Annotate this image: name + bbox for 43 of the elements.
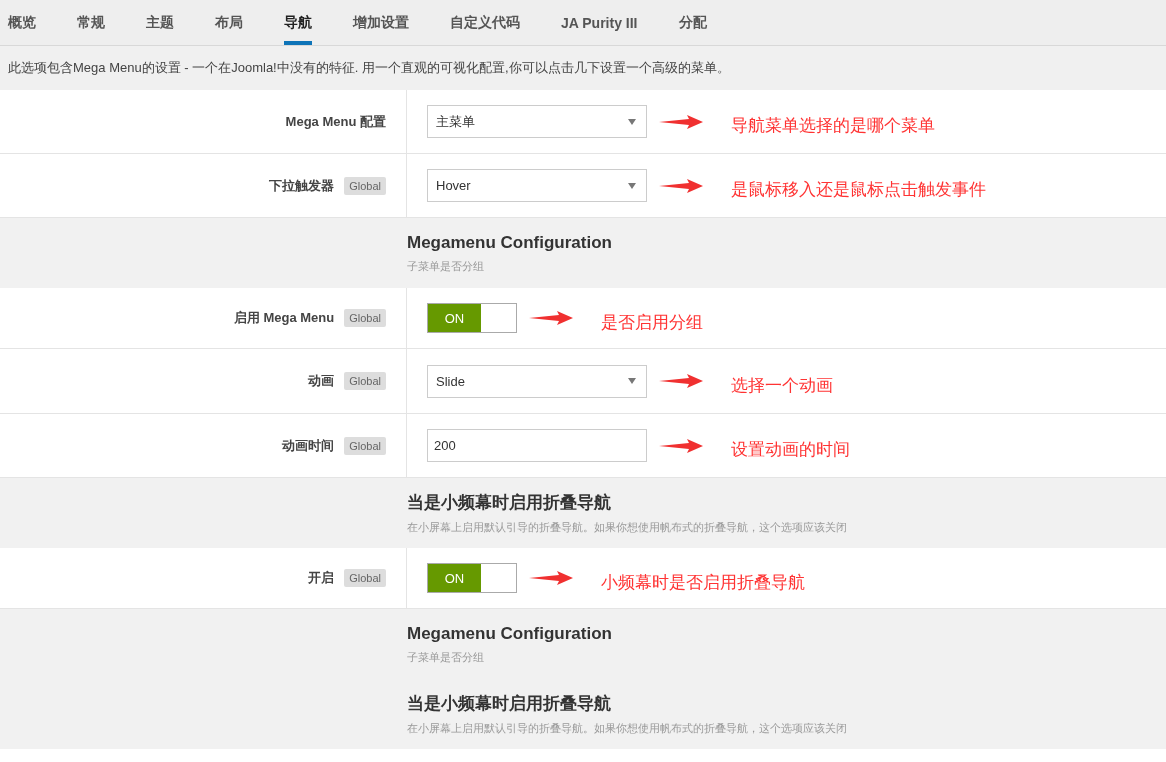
tab[interactable]: 分配: [678, 0, 707, 45]
description-text: 此选项包含Mega Menu的设置 - 一个在Joomla!中没有的特征. 用一个直观的可视化配置,你可以点击几下设置一个高级的菜单。: [0, 46, 1166, 90]
annotation-text: 小频幕时是否启用折叠导航: [601, 571, 805, 594]
caret-icon: [628, 118, 636, 125]
field-label: Mega Menu 配置: [285, 112, 386, 131]
annotation-text: 是鼠标移入还是鼠标点击触发事件: [731, 179, 986, 201]
dropdown[interactable]: Hover: [427, 169, 647, 202]
tab[interactable]: 概览: [8, 0, 36, 45]
section-subtitle: 子菜单是否分组: [407, 649, 485, 665]
toggle-switch[interactable]: ON: [427, 303, 517, 333]
dropdown[interactable]: Slide: [427, 364, 647, 398]
section-title: Megamenu Configuration: [407, 623, 613, 644]
tab[interactable]: JA Purity III: [561, 0, 638, 45]
section-title: Megamenu Configuration: [407, 232, 613, 253]
caret-icon: [628, 182, 636, 189]
global-badge: Global: [344, 569, 386, 587]
global-badge: Global: [344, 436, 386, 455]
tab[interactable]: 自定义代码: [450, 0, 520, 45]
field-label: 动画: [308, 372, 335, 390]
global-badge: Global: [344, 176, 386, 195]
tab[interactable]: 主题: [146, 0, 174, 45]
field-label: 开启: [308, 569, 335, 587]
tab[interactable]: 布局: [215, 0, 243, 45]
tab[interactable]: 常规: [77, 0, 105, 45]
tab[interactable]: 增加设置: [353, 0, 409, 45]
global-badge: Global: [344, 309, 386, 327]
section-title: 当是小频幕时启用折叠导航: [407, 693, 612, 715]
section-subtitle: 在小屏幕上启用默认引导的折叠导航。如果你想使用帆布式的折叠导航，这个选项应该关闭: [407, 520, 848, 535]
section-title: 当是小频幕时启用折叠导航: [407, 492, 612, 514]
annotation-text: 导航菜单选择的是哪个菜单: [731, 115, 935, 137]
dropdown[interactable]: 主菜单: [427, 105, 647, 138]
section-subtitle: 在小屏幕上启用默认引导的折叠导航。如果你想使用帆布式的折叠导航，这个选项应该关闭: [407, 721, 848, 736]
field-label: 动画时间: [282, 436, 335, 455]
section-subtitle: 子菜单是否分组: [407, 258, 485, 274]
toggle-switch[interactable]: ON: [427, 563, 517, 593]
global-badge: Global: [344, 372, 386, 390]
input-field[interactable]: 200: [427, 429, 647, 462]
annotation-text: 设置动画的时间: [731, 439, 850, 461]
field-label: 下拉触发器: [269, 176, 335, 195]
annotation-text: 是否启用分组: [601, 311, 703, 334]
annotation-text: 选择一个动画: [731, 374, 833, 397]
field-label: 启用 Mega Menu: [233, 309, 335, 327]
caret-icon: [628, 378, 636, 384]
